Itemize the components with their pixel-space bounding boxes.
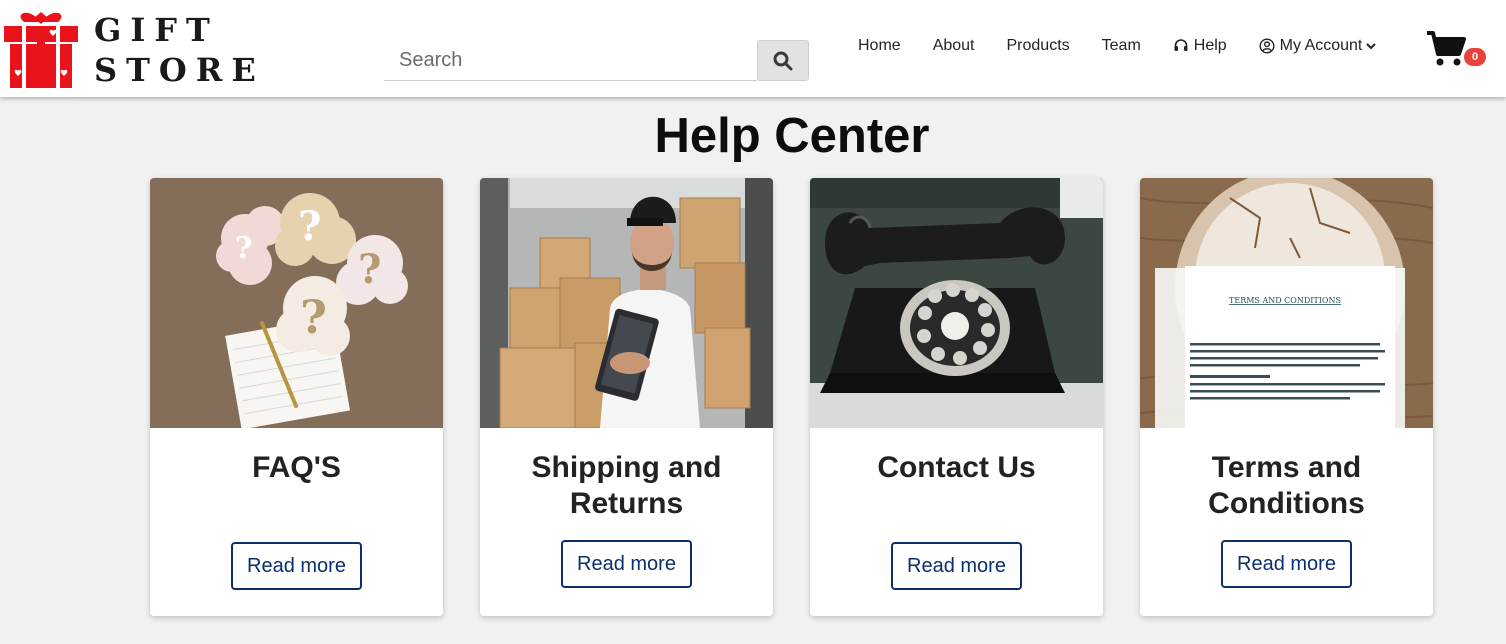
help-card-shipping-returns: Shipping and Returns Read more (480, 178, 773, 616)
nav-about[interactable]: About (933, 37, 975, 55)
gift-box-icon (4, 12, 78, 88)
read-more-button[interactable]: Read more (231, 542, 362, 590)
search-icon (773, 51, 793, 70)
navbar: GIFT STORE Home About Products Team (0, 0, 1506, 97)
brand-line-2: STORE (94, 51, 265, 89)
nav-team-label: Team (1101, 37, 1141, 54)
rotary-phone-photo (810, 178, 1103, 428)
read-more-button[interactable]: Read more (1221, 540, 1352, 588)
magnified-document-photo: TERMS AND CONDITIONS (1140, 178, 1433, 428)
nav-my-account-label: My Account (1279, 37, 1363, 54)
help-card-terms-conditions: TERMS AND CONDITIONS Terms and Condition… (1140, 178, 1433, 616)
search-bar (384, 40, 809, 81)
logo[interactable]: GIFT STORE (4, 8, 265, 90)
help-card-faq: ? ? ? ? FAQ'S Read more (150, 178, 443, 616)
card-title: Contact Us (877, 451, 1036, 484)
nav-help-label: Help (1193, 37, 1227, 54)
svg-text:?: ? (300, 290, 327, 344)
user-circle-icon (1259, 38, 1275, 54)
question-marks-photo: ? ? ? ? (150, 178, 443, 428)
read-more-button[interactable]: Read more (561, 540, 692, 588)
shopping-cart-icon (1427, 31, 1466, 66)
card-title: FAQ'S (252, 451, 341, 484)
nav-links: Home About Products Team Help My Account (858, 34, 1408, 58)
nav-my-account[interactable]: My Account (1259, 37, 1377, 55)
svg-text:TERMS AND CONDITIONS: TERMS AND CONDITIONS (1229, 296, 1341, 305)
card-title: Terms and Conditions (1208, 451, 1365, 520)
brand-name: GIFT STORE (94, 10, 265, 90)
headset-icon (1173, 38, 1189, 54)
delivery-man-boxes-photo (480, 178, 773, 428)
page-title: Help Center (654, 109, 930, 163)
svg-text:?: ? (298, 203, 321, 250)
svg-text:?: ? (358, 246, 381, 293)
nav-about-label: About (932, 37, 975, 54)
search-button[interactable] (757, 40, 809, 81)
nav-products[interactable]: Products (1007, 37, 1070, 55)
nav-home-label: Home (858, 37, 901, 54)
chevron-down-icon (1366, 42, 1377, 50)
nav-team[interactable]: Team (1102, 37, 1141, 55)
cart-button[interactable]: 0 (1426, 30, 1486, 70)
search-input[interactable] (384, 40, 757, 81)
brand-line-1: GIFT (94, 11, 219, 49)
nav-help[interactable]: Help (1173, 37, 1227, 55)
cart-count-badge: 0 (1464, 48, 1486, 66)
card-title: Shipping and Returns (531, 451, 722, 520)
svg-text:?: ? (235, 231, 253, 266)
help-card-contact-us: Contact Us Read more (810, 178, 1103, 616)
nav-products-label: Products (1006, 37, 1070, 54)
read-more-button[interactable]: Read more (891, 542, 1022, 590)
nav-home[interactable]: Home (858, 37, 901, 55)
